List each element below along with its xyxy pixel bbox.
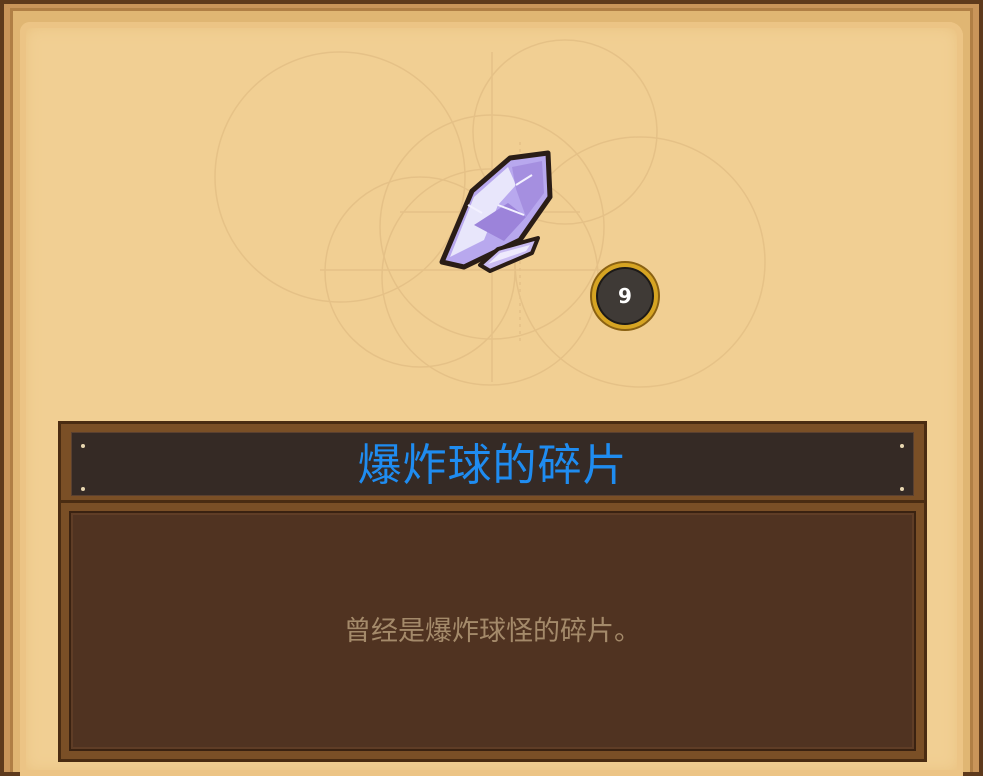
item-description-box: 曾经是爆炸球怪的碎片。 — [58, 500, 927, 762]
nail-decoration — [900, 487, 904, 491]
item-description-panel: 曾经是爆炸球怪的碎片。 — [69, 511, 916, 751]
crystal-shard-icon — [428, 145, 558, 280]
item-count: 9 — [618, 284, 632, 308]
item-description: 曾经是爆炸球怪的碎片。 — [344, 615, 641, 647]
nail-decoration — [900, 444, 904, 448]
item-title-plate: 爆炸球的碎片 — [71, 432, 914, 496]
item-name: 爆炸球的碎片 — [357, 440, 628, 491]
nail-decoration — [81, 487, 85, 491]
item-title-bar: 爆炸球的碎片 — [58, 421, 927, 503]
nail-decoration — [81, 444, 85, 448]
item-count-badge: 9 — [592, 263, 658, 329]
